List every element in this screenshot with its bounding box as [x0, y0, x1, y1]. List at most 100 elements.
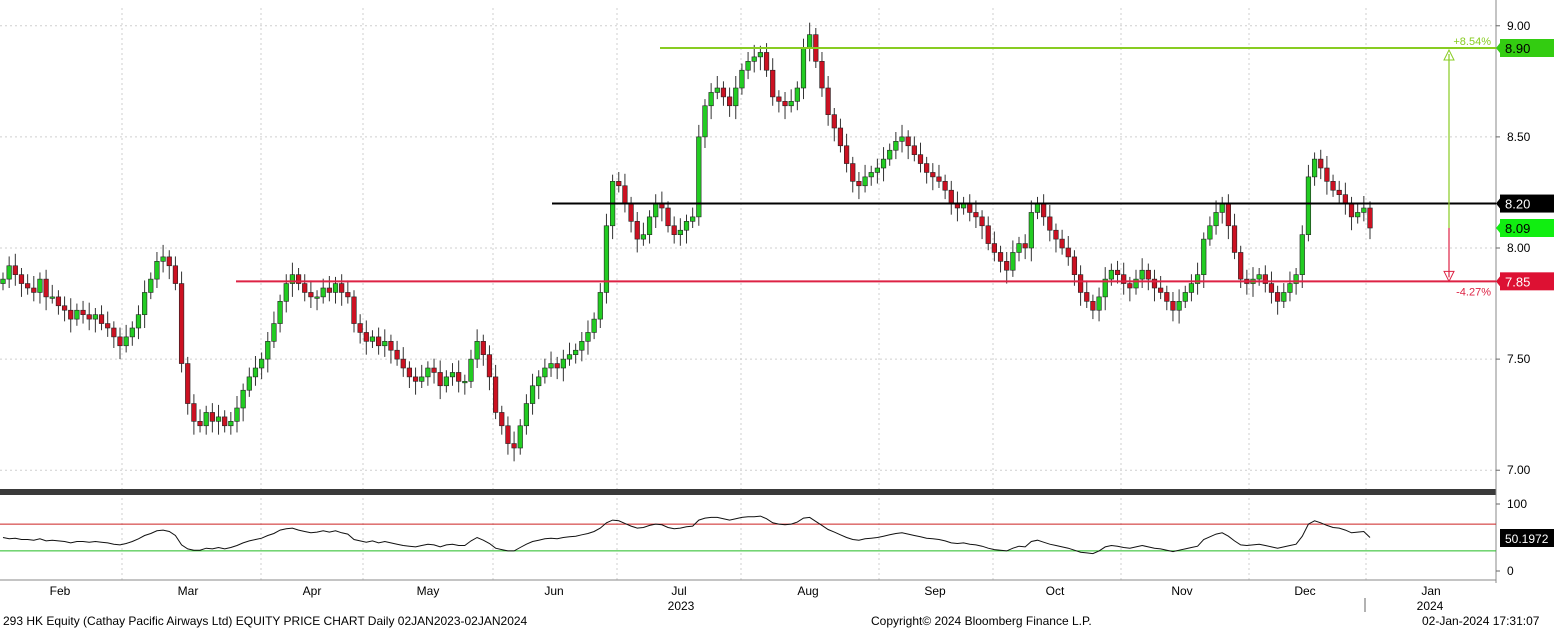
- candle-body-down: [985, 225, 991, 244]
- candle-body-down: [1047, 216, 1053, 231]
- candle: [345, 280, 351, 304]
- candle: [419, 364, 425, 388]
- candle-body-up: [1182, 292, 1188, 302]
- rsi-badge-text: 50.1972: [1505, 532, 1549, 546]
- candle-body-down: [431, 367, 437, 373]
- candle: [1225, 194, 1231, 240]
- candle-body-down: [499, 412, 505, 427]
- candle-body-down: [25, 283, 31, 289]
- candle-body-up: [1219, 203, 1225, 213]
- candle: [209, 403, 215, 433]
- candle: [1342, 182, 1348, 215]
- candle-body-up: [474, 341, 480, 360]
- candle: [585, 320, 591, 355]
- candle: [98, 305, 105, 331]
- candle: [339, 274, 345, 306]
- candle: [363, 320, 369, 355]
- candle-body-down: [98, 314, 105, 324]
- candle: [702, 99, 708, 148]
- resistance-badge: 8.90: [1496, 39, 1554, 57]
- candle: [240, 383, 246, 422]
- candle-body-up: [252, 367, 259, 378]
- candle-body-down: [616, 181, 622, 187]
- candle: [49, 284, 55, 304]
- candle-body-down: [843, 145, 850, 164]
- candle: [1318, 149, 1324, 180]
- candle-body-down: [967, 203, 973, 213]
- candle: [369, 330, 376, 348]
- candle-body-up: [1361, 207, 1367, 213]
- candle-body-up: [283, 283, 289, 302]
- candle: [320, 278, 326, 304]
- candle-body-down: [412, 376, 419, 382]
- candle-body-up: [708, 92, 714, 107]
- candle: [807, 22, 813, 62]
- candle: [554, 356, 560, 380]
- x-month-label: Jun: [544, 584, 563, 598]
- candle: [843, 133, 850, 173]
- candle: [1059, 229, 1065, 255]
- candle: [1121, 262, 1127, 295]
- candle-body-down: [185, 363, 191, 404]
- candle-body-up: [585, 332, 591, 342]
- candle-body-down: [376, 336, 382, 347]
- candle-body-up: [240, 389, 246, 409]
- candle-body-up: [320, 287, 326, 298]
- candle: [954, 191, 961, 222]
- candle: [1182, 285, 1188, 308]
- candle: [1145, 263, 1151, 291]
- candle: [677, 218, 683, 246]
- candle-body-down: [1268, 283, 1275, 293]
- candle: [893, 132, 899, 160]
- candle-body-down: [837, 127, 844, 147]
- candle: [425, 361, 431, 386]
- candle: [776, 90, 782, 113]
- candle: [271, 311, 277, 348]
- candle: [634, 212, 640, 253]
- candle: [930, 163, 936, 191]
- candle-body-up: [1299, 234, 1305, 275]
- candle: [265, 332, 271, 373]
- candle: [246, 367, 252, 397]
- candle-body-down: [763, 52, 770, 71]
- candle: [388, 334, 394, 364]
- candle-body-up: [271, 323, 277, 342]
- timestamp-text: 02-Jan-2024 17:31:07: [1422, 614, 1540, 628]
- candle: [357, 314, 363, 344]
- candle-body-down: [554, 363, 560, 369]
- candle: [1201, 232, 1207, 288]
- candle: [1114, 260, 1121, 284]
- candle: [819, 52, 825, 97]
- candle: [191, 394, 197, 435]
- candle-body-down: [991, 243, 997, 253]
- x-month-label: Mar: [178, 584, 199, 598]
- candle-body-up: [203, 412, 209, 427]
- rsi-tick-label: 100: [1507, 497, 1527, 511]
- candle-body-up: [794, 87, 800, 102]
- candle: [948, 180, 954, 215]
- candle-body-down: [191, 403, 197, 422]
- candle-body-down: [628, 203, 634, 222]
- candle-body-up: [1305, 176, 1312, 235]
- candle: [917, 142, 924, 173]
- candle-body-down: [1342, 194, 1348, 204]
- candle: [683, 214, 690, 244]
- candle-body-up: [733, 87, 739, 107]
- candle: [456, 360, 462, 393]
- candle-body-down: [357, 323, 363, 333]
- candle: [1077, 265, 1084, 306]
- candle-body-down: [345, 292, 351, 298]
- candle: [80, 300, 86, 324]
- candle-body-down: [394, 349, 400, 360]
- last-price-badge-text: 8.09: [1505, 221, 1530, 236]
- candle-body-up: [887, 149, 893, 160]
- candle-body-up: [425, 367, 431, 378]
- candle: [653, 194, 659, 228]
- x-year-label: 2024: [1417, 599, 1444, 613]
- candle: [1022, 234, 1028, 260]
- candle-body-down: [505, 425, 511, 444]
- candle-body-up: [751, 56, 757, 62]
- candle-body-up: [92, 314, 98, 320]
- candle-body-up: [142, 292, 148, 315]
- candle-body-down: [1330, 181, 1336, 191]
